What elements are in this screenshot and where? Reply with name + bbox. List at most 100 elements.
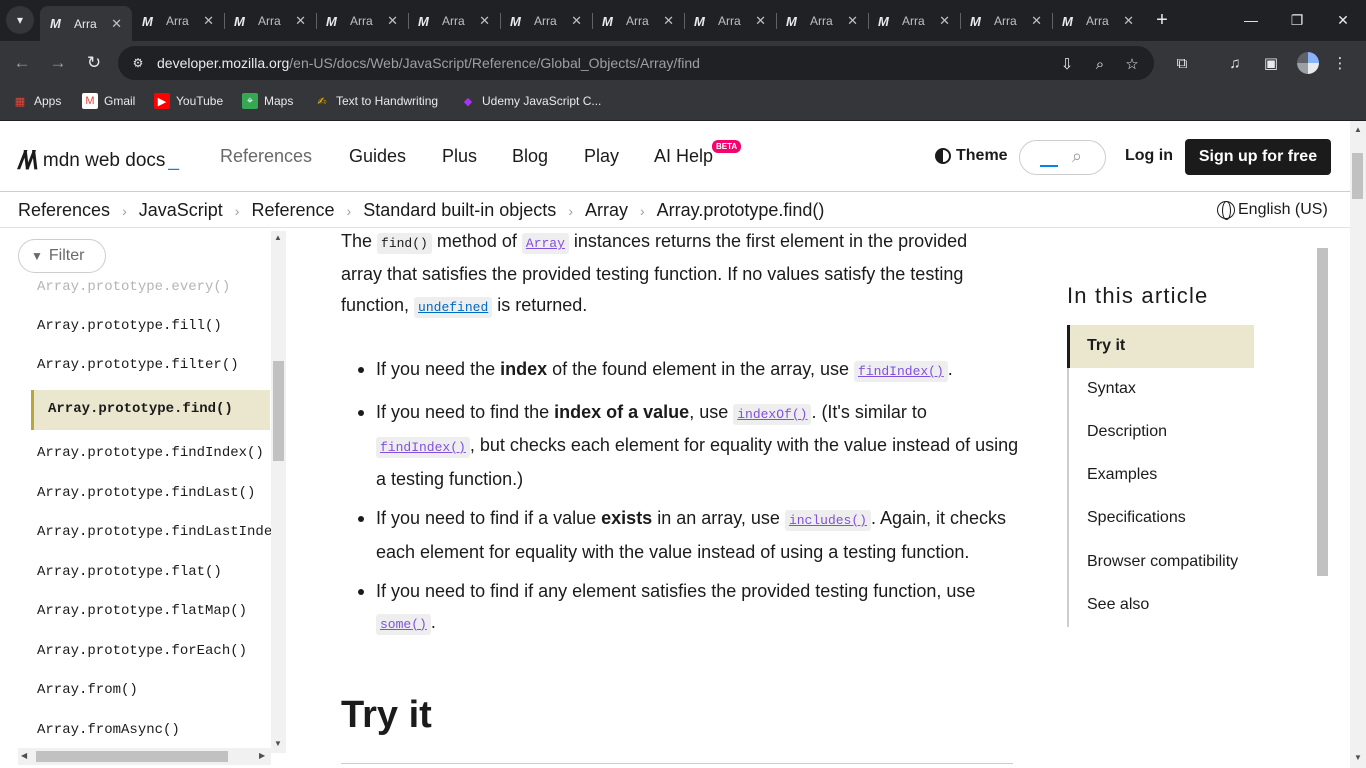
scrollbar-thumb[interactable]: [1317, 248, 1328, 576]
nav-references[interactable]: References: [220, 146, 312, 167]
sidebar-item-foreach[interactable]: Array.prototype.forEach(): [37, 643, 247, 659]
scroll-right-arrow-icon[interactable]: ▶: [259, 751, 265, 760]
link-findindex[interactable]: findIndex(): [853, 361, 948, 382]
zoom-icon[interactable]: ⌕: [1090, 54, 1110, 74]
toc-item-try-it[interactable]: Try it: [1067, 325, 1254, 368]
sidebar-vertical-scrollbar[interactable]: ▲ ▼: [271, 231, 286, 753]
language-switcher[interactable]: English (US): [1217, 201, 1328, 220]
page-vertical-scrollbar[interactable]: ▲ ▼: [1350, 121, 1366, 768]
tab-3[interactable]: M Arra ✕: [224, 6, 316, 36]
reload-icon[interactable]: ↻: [81, 50, 107, 76]
link-array[interactable]: Array: [521, 233, 569, 254]
side-panel-icon[interactable]: ▣: [1259, 51, 1283, 75]
address-bar[interactable]: ⚙ developer.mozilla.org/en-US/docs/Web/J…: [118, 46, 1154, 80]
link-findindex[interactable]: findIndex(): [376, 437, 470, 458]
close-tab-icon[interactable]: ✕: [939, 13, 950, 29]
close-window-icon[interactable]: ✕: [1331, 8, 1355, 32]
nav-guides[interactable]: Guides: [349, 146, 406, 167]
tab-4[interactable]: M Arra ✕: [316, 6, 408, 36]
tab-10[interactable]: M Arra ✕: [868, 6, 960, 36]
nav-ai-help[interactable]: AI Help: [654, 146, 713, 167]
tab-11[interactable]: M Arra ✕: [960, 6, 1052, 36]
nav-play[interactable]: Play: [584, 146, 619, 167]
media-control-icon[interactable]: ♫: [1223, 51, 1247, 75]
login-link[interactable]: Log in: [1125, 147, 1173, 165]
close-tab-icon[interactable]: ✕: [387, 13, 398, 29]
close-tab-icon[interactable]: ✕: [847, 13, 858, 29]
sidebar-horizontal-scrollbar[interactable]: ◀ ▶: [18, 748, 271, 765]
scrollbar-thumb[interactable]: [1352, 153, 1363, 199]
close-tab-icon[interactable]: ✕: [111, 16, 122, 32]
scroll-down-arrow-icon[interactable]: ▼: [1354, 753, 1362, 762]
search-input[interactable]: ⌕: [1019, 140, 1106, 175]
sidebar-item-from[interactable]: Array.from(): [37, 682, 138, 698]
breadcrumb-references[interactable]: References: [18, 200, 110, 221]
toc-scrollbar[interactable]: [1314, 240, 1330, 760]
link-indexof[interactable]: indexOf(): [733, 403, 812, 425]
sidebar-item-flatmap[interactable]: Array.prototype.flatMap(): [37, 603, 247, 619]
extensions-puzzle-icon[interactable]: ⧉: [1170, 51, 1194, 75]
tab-6[interactable]: M Arra ✕: [500, 6, 592, 36]
toc-item-examples[interactable]: Examples: [1087, 466, 1157, 484]
tab-1[interactable]: M Arra ✕: [40, 6, 132, 41]
toc-item-syntax[interactable]: Syntax: [1087, 380, 1136, 398]
scrollbar-thumb[interactable]: [36, 751, 228, 762]
tab-2[interactable]: M Arra ✕: [132, 6, 224, 36]
scrollbar-thumb[interactable]: [273, 361, 284, 461]
sidebar-item-filter[interactable]: Array.prototype.filter(): [37, 357, 239, 373]
forward-arrow-icon[interactable]: →: [45, 50, 71, 76]
close-tab-icon[interactable]: ✕: [479, 13, 490, 29]
bookmark-star-icon[interactable]: ☆: [1122, 54, 1142, 74]
tab-7[interactable]: M Arra ✕: [592, 6, 684, 36]
breadcrumb-javascript[interactable]: JavaScript: [139, 200, 223, 221]
bookmark-apps[interactable]: ▦ Apps: [12, 93, 62, 109]
restore-window-icon[interactable]: ❐: [1285, 8, 1309, 32]
minimize-icon[interactable]: —: [1239, 8, 1263, 32]
breadcrumb-current-page[interactable]: Array.prototype.find(): [657, 200, 825, 221]
kebab-menu-icon[interactable]: ⋮: [1328, 51, 1352, 75]
sidebar-item-find[interactable]: Array.prototype.find(): [31, 390, 270, 430]
install-app-icon[interactable]: ⇩: [1057, 54, 1077, 74]
toc-item-description[interactable]: Description: [1087, 423, 1167, 441]
toc-item-browser-compatibility[interactable]: Browser compatibility: [1087, 553, 1238, 571]
toc-item-see-also[interactable]: See also: [1087, 596, 1149, 614]
tab-12[interactable]: M Arra ✕: [1052, 6, 1144, 36]
signup-button[interactable]: Sign up for free: [1185, 139, 1331, 175]
bookmark-youtube[interactable]: ▶ YouTube: [154, 93, 223, 109]
tab-8[interactable]: M Arra ✕: [684, 6, 776, 36]
scroll-up-arrow-icon[interactable]: ▲: [274, 233, 282, 242]
close-tab-icon[interactable]: ✕: [1123, 13, 1134, 29]
scroll-left-arrow-icon[interactable]: ◀: [21, 751, 27, 760]
sidebar-item-fromasync[interactable]: Array.fromAsync(): [37, 722, 180, 738]
bookmark-udemy[interactable]: ◆ Udemy JavaScript C...: [460, 93, 602, 109]
close-tab-icon[interactable]: ✕: [203, 13, 214, 29]
link-some[interactable]: some(): [376, 613, 431, 635]
close-tab-icon[interactable]: ✕: [755, 13, 766, 29]
new-tab-plus-icon[interactable]: +: [1150, 8, 1174, 32]
sidebar-item-findlast[interactable]: Array.prototype.findLast(): [37, 485, 255, 501]
tab-9[interactable]: M Arra ✕: [776, 6, 868, 36]
bookmark-text-to-handwriting[interactable]: ✍ Text to Handwriting: [314, 93, 438, 109]
close-tab-icon[interactable]: ✕: [571, 13, 582, 29]
search-icon[interactable]: ⌕: [1072, 146, 1082, 167]
toc-item-specifications[interactable]: Specifications: [1087, 509, 1186, 527]
breadcrumb-array[interactable]: Array: [585, 200, 628, 221]
close-tab-icon[interactable]: ✕: [1031, 13, 1042, 29]
sidebar-item-findlastindex[interactable]: Array.prototype.findLastIndex: [37, 524, 281, 540]
tab-5[interactable]: M Arra ✕: [408, 6, 500, 36]
close-tab-icon[interactable]: ✕: [663, 13, 674, 29]
close-tab-icon[interactable]: ✕: [295, 13, 306, 29]
breadcrumb-reference[interactable]: Reference: [251, 200, 334, 221]
site-settings-icon[interactable]: ⚙: [130, 55, 146, 71]
tab-search-chevron-icon[interactable]: ▾: [6, 6, 34, 34]
scroll-up-arrow-icon[interactable]: ▲: [1354, 125, 1362, 134]
sidebar-item-flat[interactable]: Array.prototype.flat(): [37, 564, 222, 580]
nav-plus[interactable]: Plus: [442, 146, 477, 167]
theme-switcher[interactable]: Theme: [935, 147, 1008, 165]
link-undefined[interactable]: undefined: [414, 297, 493, 318]
sidebar-item-every[interactable]: Array.prototype.every(): [37, 279, 230, 295]
link-includes[interactable]: includes(): [784, 510, 871, 531]
sidebar-filter-input[interactable]: ▼ Filter: [18, 239, 106, 273]
bookmark-maps[interactable]: ⌖ Maps: [242, 93, 293, 109]
address-url[interactable]: developer.mozilla.org/en-US/docs/Web/Jav…: [157, 55, 700, 71]
